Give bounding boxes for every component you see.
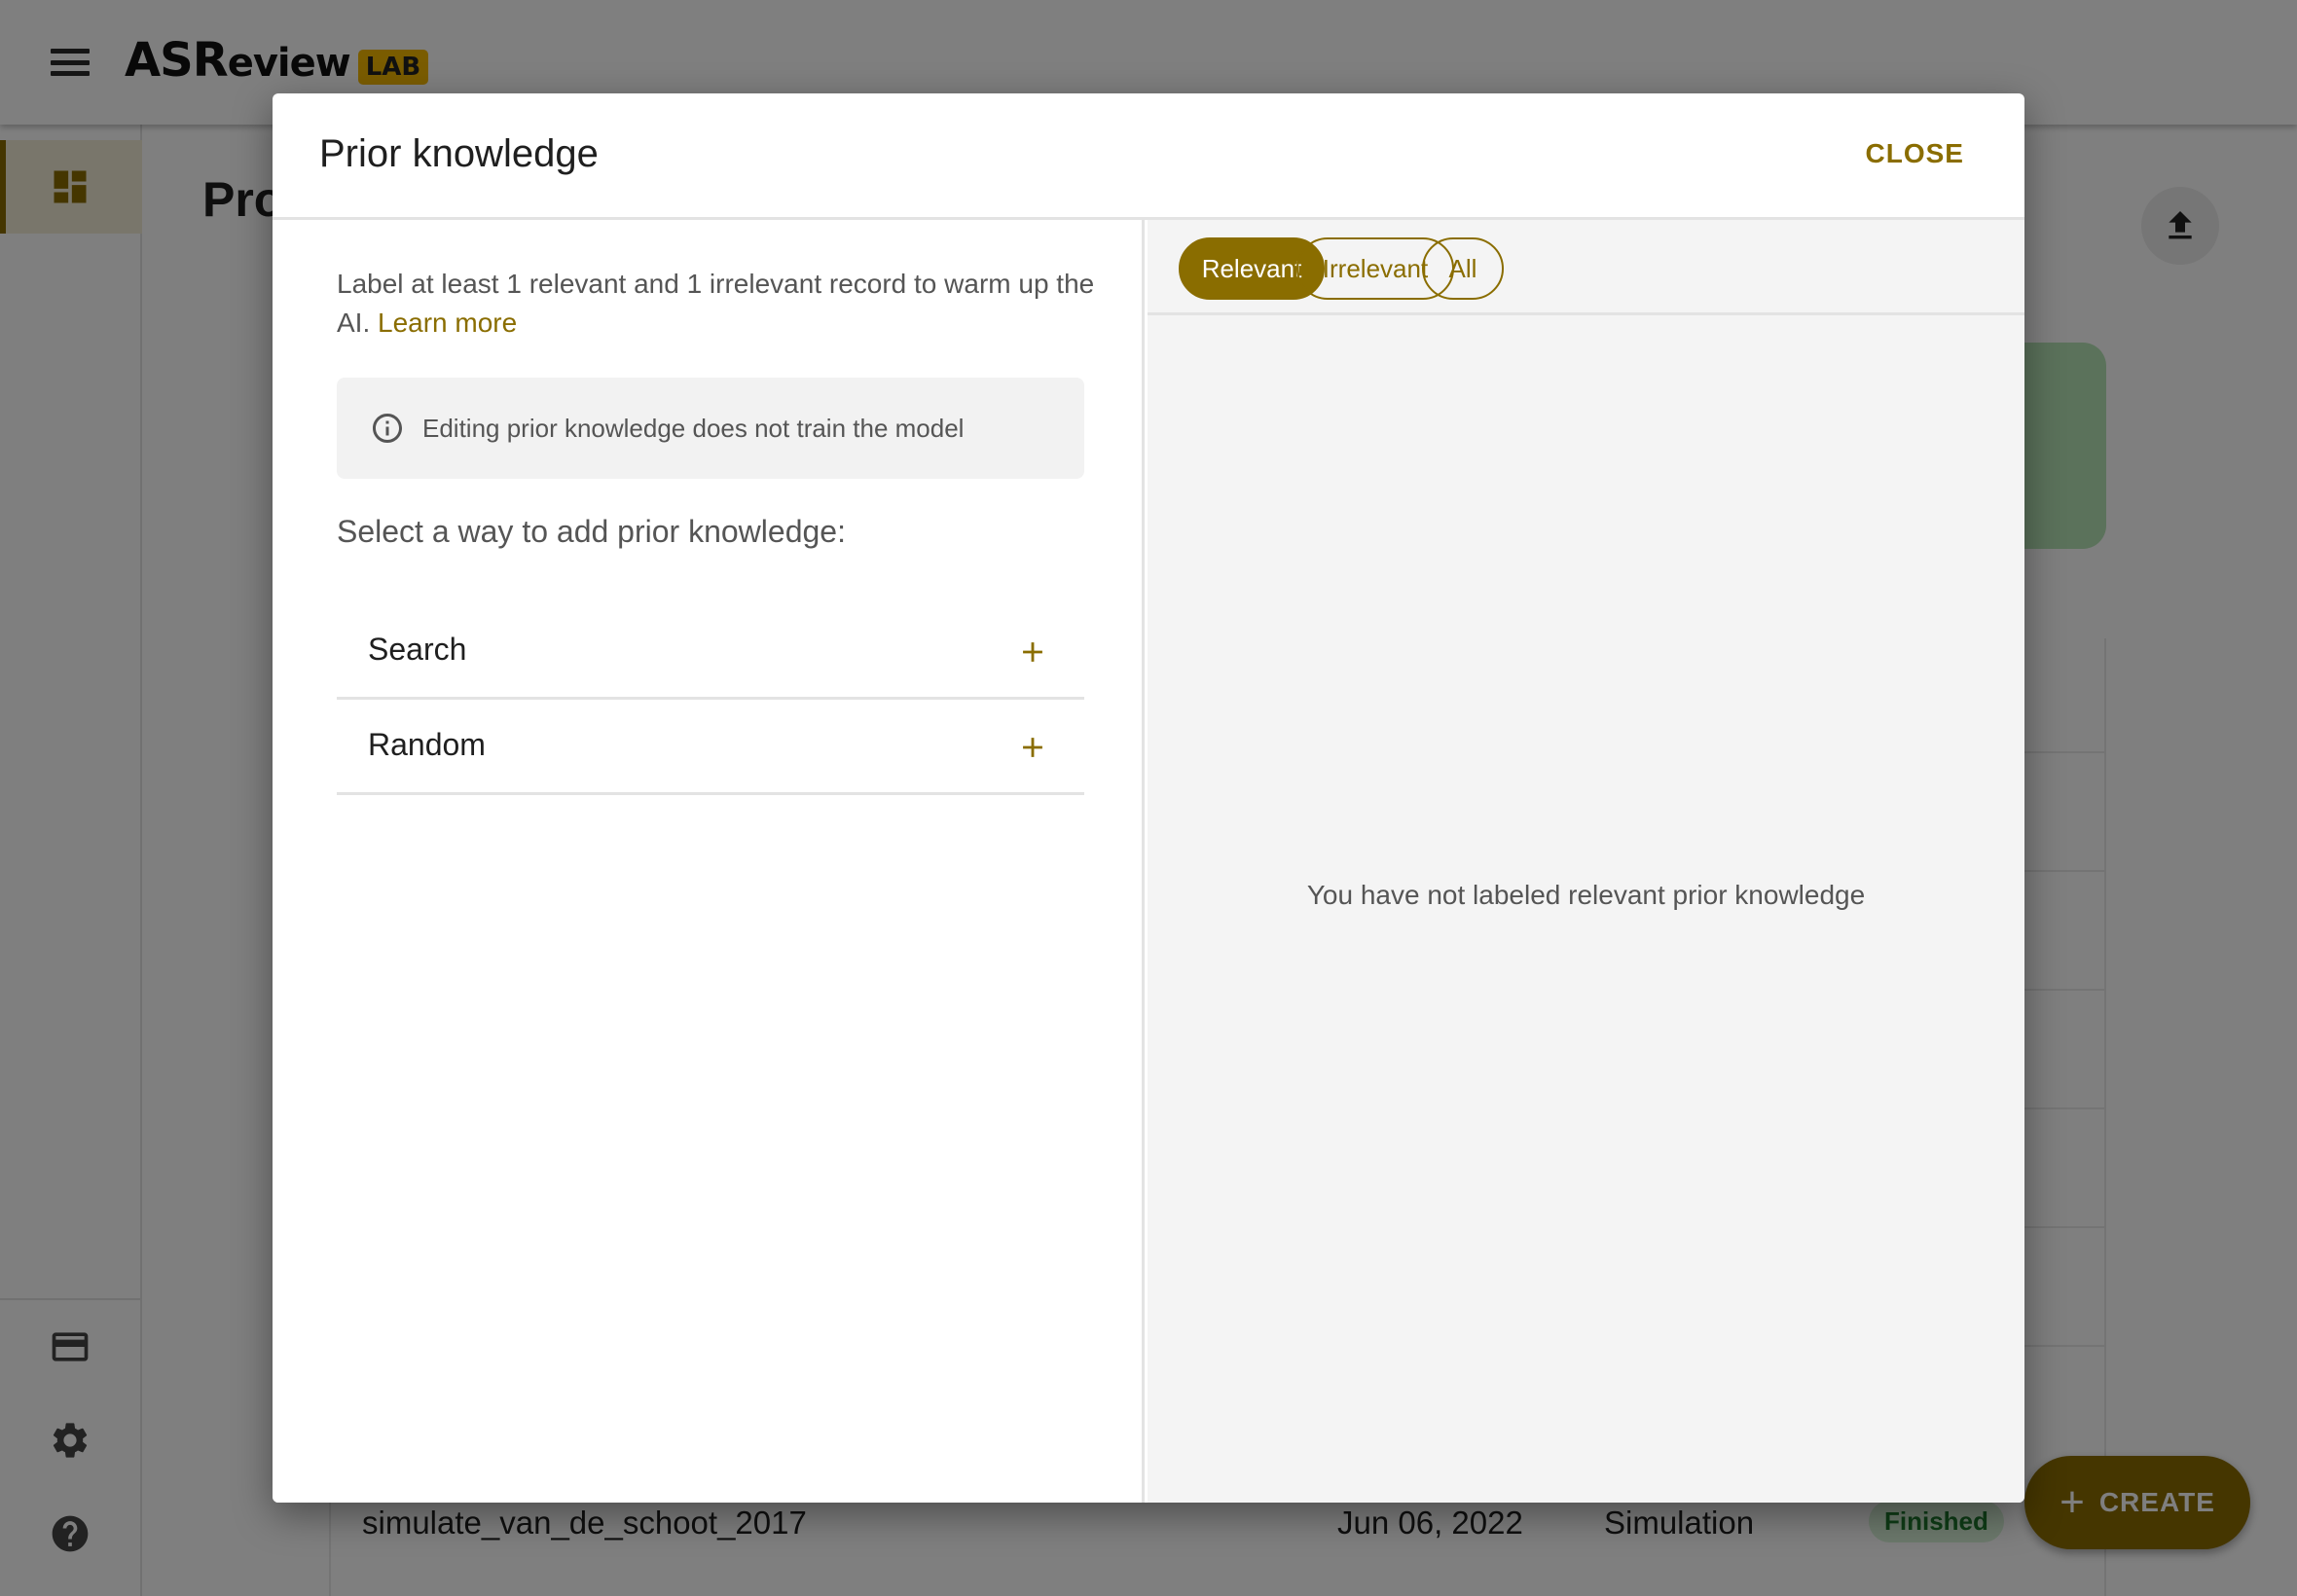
select-method-label: Select a way to add prior knowledge: bbox=[337, 514, 846, 549]
labeled-records-pane: Relevant Irrelevant All You have not lab… bbox=[1148, 220, 2024, 1503]
info-icon bbox=[373, 414, 402, 443]
prior-knowledge-methods-pane: Label at least 1 relevant and 1 irreleva… bbox=[273, 220, 1145, 1503]
search-option[interactable]: Search bbox=[337, 604, 1084, 700]
search-option-label: Search bbox=[368, 632, 467, 667]
filter-chips: Relevant Irrelevant All bbox=[1148, 220, 2024, 315]
plus-icon bbox=[1023, 642, 1042, 662]
random-option-label: Random bbox=[368, 727, 486, 762]
learn-more-link[interactable]: Learn more bbox=[378, 308, 517, 338]
info-text: Editing prior knowledge does not train t… bbox=[422, 413, 965, 443]
dialog-header: Prior knowledge CLOSE bbox=[273, 93, 2024, 220]
info-alert: Editing prior knowledge does not train t… bbox=[337, 378, 1084, 479]
plus-icon bbox=[1023, 738, 1042, 757]
intro-text: Label at least 1 relevant and 1 irreleva… bbox=[337, 269, 1095, 338]
dialog-title: Prior knowledge bbox=[319, 132, 599, 175]
close-button[interactable]: CLOSE bbox=[1866, 138, 1964, 169]
all-filter-chip[interactable]: All bbox=[1422, 237, 1504, 300]
prior-knowledge-dialog: Prior knowledge CLOSE Label at least 1 r… bbox=[273, 93, 2024, 1503]
empty-state-message: You have not labeled relevant prior know… bbox=[1306, 880, 1866, 910]
random-option[interactable]: Random bbox=[337, 700, 1084, 795]
